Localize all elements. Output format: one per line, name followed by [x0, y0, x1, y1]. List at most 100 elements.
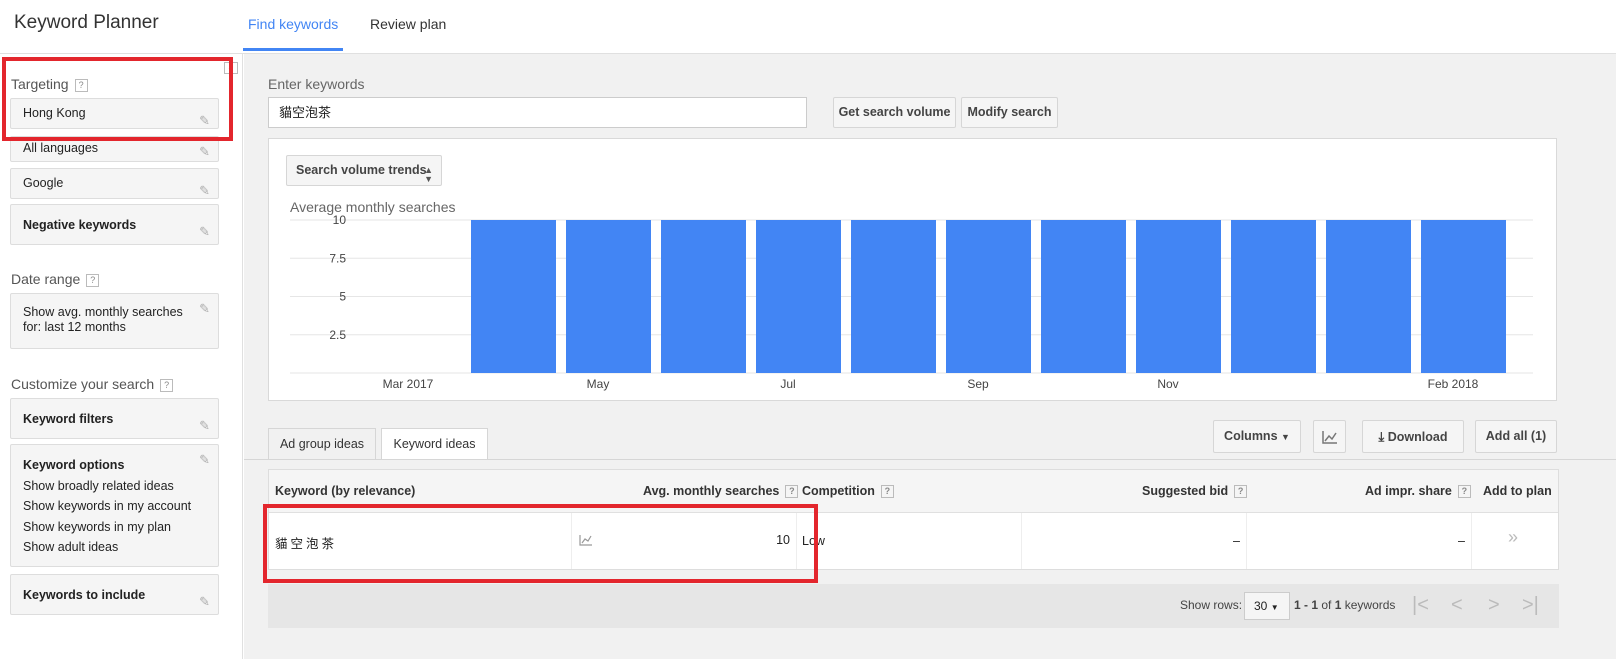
tab-ad-group-ideas[interactable]: Ad group ideas	[268, 428, 376, 459]
chart-bar	[1231, 220, 1316, 373]
line-chart-icon	[1321, 431, 1337, 444]
next-page-icon[interactable]: >	[1488, 594, 1500, 617]
chart-y-tick-label: 5	[339, 290, 346, 304]
targeting-network[interactable]: Google ✎	[10, 168, 219, 199]
help-icon[interactable]: ?	[880, 485, 894, 498]
chart-y-tick-label: 10	[333, 213, 347, 227]
tab-find-keywords[interactable]: Find keywords	[248, 16, 338, 32]
last-page-icon[interactable]: >|	[1522, 594, 1539, 617]
tab-keyword-ideas[interactable]: Keyword ideas	[381, 428, 488, 460]
customize-heading: Customize your search?	[11, 376, 174, 392]
columns-label: Columns	[1224, 429, 1278, 443]
keyword-filters[interactable]: Keyword filters ✎	[10, 398, 219, 439]
chart-x-tick-label: Jul	[780, 377, 795, 391]
keywords-to-include[interactable]: Keywords to include ✎	[10, 574, 219, 615]
tab-review-plan[interactable]: Review plan	[370, 16, 446, 32]
page-range: 1 - 1	[1294, 598, 1319, 612]
col-suggested-bid[interactable]: Suggested bid?	[1142, 470, 1248, 513]
pencil-icon: ✎	[199, 452, 210, 467]
tabs-divider	[244, 459, 1616, 460]
help-icon[interactable]: ?	[1234, 485, 1248, 498]
keyword-option-item: Show keywords in my account	[23, 499, 192, 513]
keyword-option-item: Show broadly related ideas	[23, 478, 174, 493]
keyword-options[interactable]: Keyword options Show broadly related ide…	[10, 444, 219, 567]
dropdown-caret-icon: ▼	[1281, 432, 1290, 442]
chart-y-tick-label: 7.5	[329, 251, 346, 265]
show-rows-label: Show rows:	[1180, 598, 1243, 612]
chart-x-tick-label: Nov	[1157, 377, 1178, 391]
pencil-icon: ✎	[199, 301, 210, 316]
customize-label: Customize your search	[11, 376, 155, 392]
targeting-network-label: Google	[23, 176, 64, 190]
rows-per-page-value: 30	[1254, 599, 1268, 613]
help-icon[interactable]: ?	[160, 379, 174, 392]
chart-bar	[661, 220, 746, 373]
col-avg-searches-label: Avg. monthly searches	[643, 484, 780, 498]
negative-keywords[interactable]: Negative keywords ✎	[10, 204, 219, 245]
targeting-language-label: All languages	[23, 141, 99, 155]
pencil-icon: ✎	[199, 418, 210, 433]
chart-bar	[1041, 220, 1126, 373]
row-suggested-bid: –	[1233, 534, 1240, 548]
keyword-option-item: Show adult ideas	[23, 540, 119, 554]
first-page-icon[interactable]: |<	[1412, 594, 1429, 617]
chart-y-tick-label: 2.5	[329, 328, 346, 342]
chart-x-tick-label: Feb 2018	[1428, 377, 1479, 391]
keyword-options-title: Keyword options	[23, 458, 125, 472]
add-to-plan-button[interactable]: »	[1508, 527, 1518, 548]
chart-bar	[1326, 220, 1411, 373]
date-range-text-1: Show avg. monthly searches	[23, 305, 183, 319]
pagination-summary: 1 - 1 of 1 keywords	[1294, 598, 1395, 612]
date-range-box[interactable]: Show avg. monthly searches for: last 12 …	[10, 293, 219, 349]
chart-title: Average monthly searches	[290, 199, 456, 215]
app-title: Keyword Planner	[14, 12, 159, 33]
chart-bar	[566, 220, 651, 373]
rows-per-page-select[interactable]: 30 ▼	[1244, 592, 1290, 620]
col-competition-label: Competition	[802, 484, 875, 498]
chart-bar	[1136, 220, 1221, 373]
chart-bar	[471, 220, 556, 373]
chart-bar	[1421, 220, 1506, 373]
chart-x-tick-label: Mar 2017	[383, 377, 434, 391]
get-search-volume-button[interactable]: Get search volume	[833, 97, 956, 128]
columns-dropdown[interactable]: Columns ▼	[1213, 420, 1301, 453]
keyword-filters-label: Keyword filters	[23, 412, 114, 426]
of-word: of	[1321, 598, 1332, 612]
date-range-label: Date range	[11, 271, 81, 287]
enter-keywords-label: Enter keywords	[268, 76, 365, 92]
chart-bar	[851, 220, 936, 373]
chart-x-tick-label: May	[587, 377, 610, 391]
add-all-button[interactable]: Add all (1)	[1475, 420, 1557, 453]
col-ad-share-label: Ad impr. share	[1365, 484, 1452, 498]
pencil-icon: ✎	[199, 224, 210, 239]
previous-page-icon[interactable]: <	[1451, 594, 1463, 617]
date-range-heading: Date range?	[11, 271, 100, 287]
dropdown-caret-icon: ▼	[1270, 603, 1279, 612]
help-icon[interactable]: ?	[785, 485, 799, 498]
keywords-to-include-label: Keywords to include	[23, 588, 146, 602]
download-button[interactable]: ⤓ Download	[1362, 420, 1464, 453]
col-add-to-plan: Add to plan	[1483, 484, 1552, 498]
download-icon: ⤓	[1378, 429, 1385, 444]
chart-icon-button[interactable]	[1313, 420, 1346, 453]
total-count: 1	[1334, 598, 1342, 612]
date-range-text-2: for: last 12 months	[23, 320, 126, 334]
chart-bar	[946, 220, 1031, 373]
active-tab-indicator	[243, 48, 343, 51]
pencil-icon: ✎	[199, 144, 210, 159]
col-ad-share[interactable]: Ad impr. share?	[1365, 470, 1471, 513]
help-icon[interactable]: ?	[86, 274, 100, 287]
keyword-input[interactable]: 貓空泡茶	[268, 97, 807, 128]
chart-x-tick-label: Sep	[967, 377, 989, 391]
chart-bar	[756, 220, 841, 373]
negative-keywords-label: Negative keywords	[23, 218, 137, 232]
help-icon[interactable]: ?	[1457, 485, 1471, 498]
pencil-icon: ✎	[199, 183, 210, 198]
chart-y-ticks: 2.5 5 7.5 10	[329, 213, 346, 342]
download-label: Download	[1387, 430, 1448, 444]
count-unit: keywords	[1344, 598, 1396, 612]
row-ad-share: –	[1458, 534, 1465, 548]
chart-bars	[471, 220, 1506, 373]
modify-search-button[interactable]: Modify search	[961, 97, 1058, 128]
highlight-keyword-row	[263, 504, 818, 583]
